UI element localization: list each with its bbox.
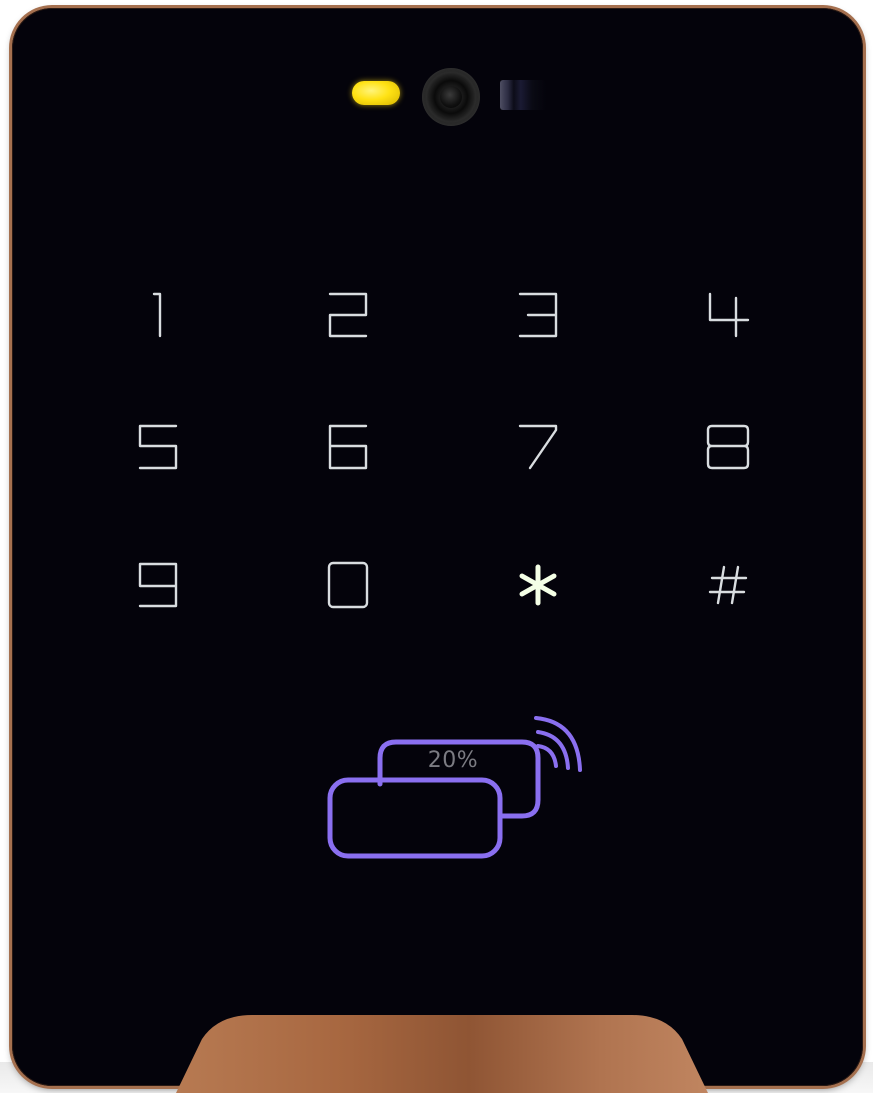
digit-2-icon — [328, 292, 368, 338]
key-8[interactable]: 8 — [668, 392, 788, 502]
key-hash[interactable]: # — [668, 530, 788, 640]
key-6[interactable]: 6 — [288, 392, 408, 502]
hash-icon — [708, 565, 748, 605]
camera-module — [350, 68, 550, 128]
key-7[interactable]: 7 — [478, 392, 598, 502]
camera-icon — [422, 68, 480, 126]
digit-0-icon — [327, 561, 369, 609]
ir-sensor-icon — [500, 80, 546, 110]
digit-4-icon — [708, 292, 750, 338]
asterisk-icon — [519, 564, 557, 606]
digit-8-icon — [706, 424, 750, 470]
digit-3-icon — [518, 292, 558, 338]
key-4[interactable]: 4 — [668, 260, 788, 370]
mounting-base — [176, 1015, 708, 1093]
digit-6-icon — [328, 424, 368, 470]
keypad: 1 2 3 4 5 — [70, 260, 810, 650]
status-led-icon — [352, 81, 400, 105]
key-2[interactable]: 2 — [288, 260, 408, 370]
rfid-reader-zone[interactable]: 20% — [322, 708, 592, 878]
key-1[interactable]: 1 — [98, 260, 218, 370]
key-0[interactable]: 0 — [288, 530, 408, 640]
digit-1-icon — [152, 292, 162, 338]
digit-9-icon — [138, 562, 178, 608]
key-9[interactable]: 9 — [98, 530, 218, 640]
key-3[interactable]: 3 — [478, 260, 598, 370]
key-5[interactable]: 5 — [98, 392, 218, 502]
digit-7-icon — [518, 424, 558, 470]
rfid-card-icon — [327, 716, 582, 859]
rfid-progress-text: 20% — [427, 748, 479, 773]
access-control-keypad-device: 1 2 3 4 5 — [12, 8, 863, 1086]
key-asterisk[interactable]: * — [478, 530, 598, 640]
digit-5-icon — [138, 424, 178, 470]
